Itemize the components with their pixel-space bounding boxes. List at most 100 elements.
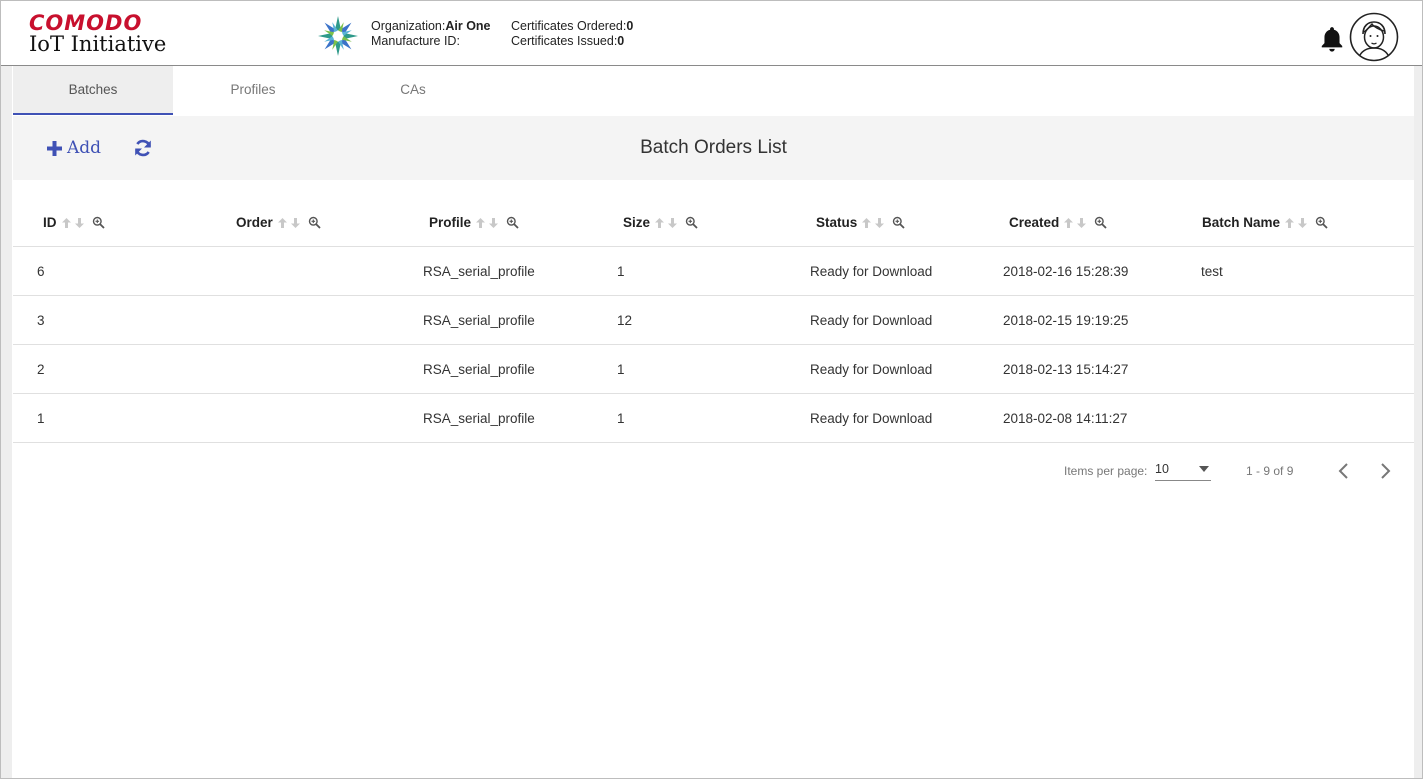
chevron-right-icon[interactable] <box>1374 460 1396 482</box>
org-info: Organization:Air One Manufacture ID: <box>371 19 491 49</box>
zoom-search-icon[interactable] <box>506 216 519 229</box>
batch-toolbar: Add Batch Orders List <box>13 116 1414 180</box>
cell-status: Ready for Download <box>810 411 933 426</box>
column-label-size: Size <box>623 215 651 230</box>
chevron-left-icon[interactable] <box>1333 460 1355 482</box>
cell-id: 1 <box>37 411 45 426</box>
column-label-order: Order <box>236 215 273 230</box>
sort-controls <box>277 217 301 229</box>
certificates-ordered-value: 0 <box>626 19 634 33</box>
column-label-created: Created <box>1009 215 1060 230</box>
cell-created: 2018-02-13 15:14:27 <box>1003 362 1129 377</box>
list-title: Batch Orders List <box>640 137 787 158</box>
arrow-down-icon[interactable] <box>290 217 301 229</box>
column-header-size[interactable]: Size <box>623 215 698 230</box>
column-label-id: ID <box>43 215 57 230</box>
zoom-search-icon[interactable] <box>1094 216 1107 229</box>
caret-down-icon <box>1199 466 1209 472</box>
starburst-logo-icon <box>318 16 358 56</box>
column-header-order[interactable]: Order <box>236 215 321 230</box>
cell-profile: RSA_serial_profile <box>423 264 535 279</box>
arrow-up-icon[interactable] <box>277 217 288 229</box>
column-header-created[interactable]: Created <box>1009 215 1107 230</box>
cell-id: 6 <box>37 264 45 279</box>
sort-controls <box>861 217 885 229</box>
cell-size: 1 <box>617 264 625 279</box>
organization-label: Organization: <box>371 19 446 33</box>
arrow-down-icon[interactable] <box>74 217 85 229</box>
arrow-up-icon[interactable] <box>1284 217 1295 229</box>
avatar-icon[interactable] <box>1349 12 1399 62</box>
zoom-search-icon[interactable] <box>1315 216 1328 229</box>
sort-controls <box>475 217 499 229</box>
tab-cas[interactable]: CAs <box>333 66 493 114</box>
arrow-up-icon[interactable] <box>1063 217 1074 229</box>
page-range: 1 - 9 of 9 <box>1246 464 1294 478</box>
arrow-down-icon[interactable] <box>874 217 885 229</box>
arrow-down-icon[interactable] <box>1297 217 1308 229</box>
column-label-profile: Profile <box>429 215 472 230</box>
product-name: IoT Initiative <box>29 32 167 56</box>
items-per-page-label: Items per page: <box>1064 464 1148 478</box>
arrow-down-icon[interactable] <box>488 217 499 229</box>
arrow-up-icon[interactable] <box>475 217 486 229</box>
tab-batches[interactable]: Batches <box>13 66 173 115</box>
column-header-profile[interactable]: Profile <box>429 215 519 230</box>
table-row[interactable]: 2 RSA_serial_profile 1 Ready for Download 20… <box>13 345 1414 394</box>
items-per-page-value: 10 <box>1155 462 1169 476</box>
cell-size: 1 <box>617 411 625 426</box>
column-label-batch-name: Batch Name <box>1202 215 1281 230</box>
table-row[interactable]: 1 RSA_serial_profile 1 Ready for Download 20… <box>13 394 1414 443</box>
certificates-issued-label: Certificates Issued: <box>511 34 618 48</box>
cell-profile: RSA_serial_profile <box>423 313 535 328</box>
table-row[interactable]: 3 RSA_serial_profile 12 Ready for Download 2… <box>13 296 1414 345</box>
zoom-search-icon[interactable] <box>685 216 698 229</box>
cell-profile: RSA_serial_profile <box>423 411 535 426</box>
paginator: Items per page: 10 1 - 9 of 9 <box>13 444 1414 496</box>
certificate-info: Certificates Ordered:0 Certificates Issu… <box>511 19 633 49</box>
cell-id: 2 <box>37 362 45 377</box>
column-header-status[interactable]: Status <box>816 215 905 230</box>
arrow-up-icon[interactable] <box>654 217 665 229</box>
arrow-down-icon[interactable] <box>1076 217 1087 229</box>
tab-bar: Batches Profiles CAs <box>13 66 1414 115</box>
zoom-search-icon[interactable] <box>892 216 905 229</box>
batch-orders-table: ID Order Profile Size Status Created Batch Nam… <box>13 198 1414 443</box>
cell-size: 12 <box>617 313 633 328</box>
certificates-ordered-label: Certificates Ordered: <box>511 19 627 33</box>
items-per-page-select[interactable]: 10 <box>1155 460 1211 481</box>
organization-value: Air One <box>445 19 491 33</box>
sort-controls <box>1284 217 1308 229</box>
zoom-search-icon[interactable] <box>308 216 321 229</box>
zoom-search-icon[interactable] <box>92 216 105 229</box>
arrow-up-icon[interactable] <box>61 217 72 229</box>
arrow-up-icon[interactable] <box>861 217 872 229</box>
cell-status: Ready for Download <box>810 362 933 377</box>
cell-batch-name: test <box>1201 264 1223 279</box>
cell-profile: RSA_serial_profile <box>423 362 535 377</box>
table-row[interactable]: 6 RSA_serial_profile 1 Ready for Download 20… <box>13 247 1414 296</box>
cell-status: Ready for Download <box>810 313 933 328</box>
bell-icon[interactable] <box>1319 25 1345 53</box>
cell-created: 2018-02-16 15:28:39 <box>1003 264 1129 279</box>
sort-controls <box>1063 217 1087 229</box>
column-label-status: Status <box>816 215 858 230</box>
column-header-batch-name[interactable]: Batch Name <box>1202 215 1328 230</box>
tab-profiles[interactable]: Profiles <box>173 66 333 114</box>
arrow-down-icon[interactable] <box>667 217 678 229</box>
cell-id: 3 <box>37 313 45 328</box>
manufacture-label: Manufacture ID: <box>371 34 460 48</box>
cell-created: 2018-02-08 14:11:27 <box>1003 411 1128 426</box>
left-gutter <box>1 66 12 778</box>
app-header: COMODO IoT Initiative Organization:Air O… <box>1 1 1422 66</box>
right-gutter <box>1414 66 1422 778</box>
cell-size: 1 <box>617 362 625 377</box>
certificates-issued-value: 0 <box>617 34 625 48</box>
column-header-id[interactable]: ID <box>43 215 105 230</box>
cell-created: 2018-02-15 19:19:25 <box>1003 313 1129 328</box>
sort-controls <box>61 217 85 229</box>
cell-status: Ready for Download <box>810 264 933 279</box>
table-header-row: ID Order Profile Size Status Created Batch Nam… <box>13 198 1414 247</box>
table-body: 6 RSA_serial_profile 1 Ready for Download 20… <box>13 247 1414 443</box>
sort-controls <box>654 217 678 229</box>
